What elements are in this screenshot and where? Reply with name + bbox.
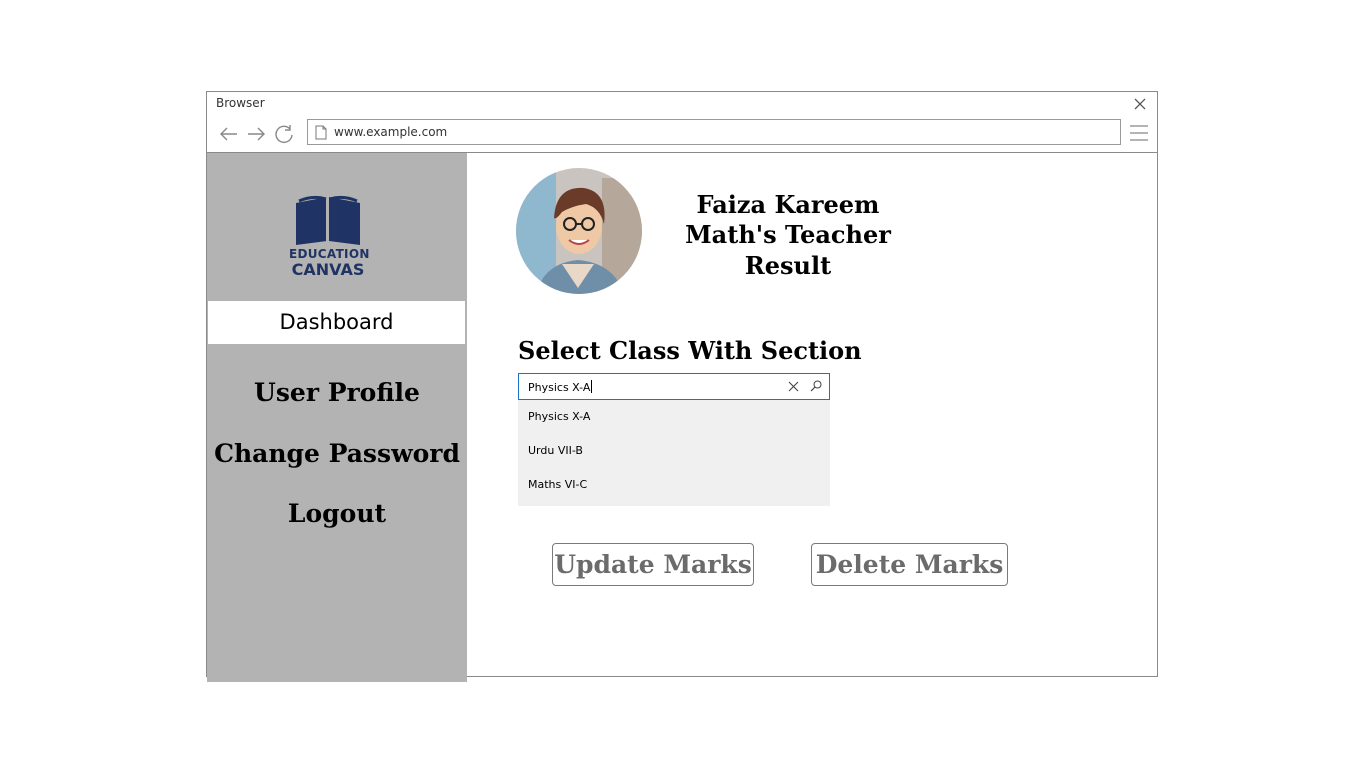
close-icon[interactable]: [1132, 96, 1148, 112]
window-title: Browser: [216, 96, 265, 110]
address-bar[interactable]: www.example.com: [307, 119, 1121, 145]
page-icon: [315, 125, 327, 140]
logo-text-line1: EDUCATION: [289, 247, 370, 261]
dropdown-option[interactable]: Maths VI-C: [518, 470, 830, 500]
class-dropdown-list: Physics X-A Urdu VII-B Maths VI-C: [518, 400, 830, 506]
url-text: www.example.com: [334, 125, 448, 139]
browser-window: Browser www.example.com EDUCATION CANVAS…: [206, 91, 1158, 682]
hamburger-menu-icon[interactable]: [1129, 123, 1149, 143]
sidebar-item-user-profile[interactable]: User Profile: [207, 378, 467, 407]
class-search-value: Physics X-A: [528, 380, 593, 394]
profile-photo: [516, 168, 642, 294]
search-icon[interactable]: [810, 380, 822, 392]
class-search-input[interactable]: Physics X-A: [518, 373, 830, 400]
teacher-role: Math's Teacher: [685, 220, 891, 249]
clear-icon[interactable]: [788, 381, 799, 392]
forward-arrow-icon[interactable]: [245, 123, 267, 145]
sidebar-item-dashboard[interactable]: Dashboard: [208, 301, 465, 344]
update-marks-button[interactable]: Update Marks: [552, 543, 754, 586]
refresh-icon[interactable]: [273, 123, 295, 145]
title-bar: Browser: [207, 92, 1157, 116]
avatar: [516, 168, 642, 294]
book-icon: [296, 195, 360, 245]
select-class-heading: Select Class With Section: [518, 336, 862, 365]
dropdown-option[interactable]: Urdu VII-B: [518, 436, 830, 466]
sidebar-item-logout[interactable]: Logout: [207, 499, 467, 528]
dropdown-option[interactable]: Physics X-A: [518, 402, 830, 432]
sidebar-item-change-password[interactable]: Change Password: [207, 439, 467, 468]
sidebar: EDUCATION CANVAS Dashboard User Profile …: [207, 153, 467, 682]
back-arrow-icon[interactable]: [218, 123, 240, 145]
logo: EDUCATION CANVAS: [289, 189, 370, 279]
teacher-name: Faiza Kareem: [696, 190, 880, 219]
page-title: Result: [744, 251, 832, 280]
navigation-bar: www.example.com: [207, 116, 1157, 152]
delete-marks-button[interactable]: Delete Marks: [811, 543, 1008, 586]
logo-text-line2: CANVAS: [291, 260, 365, 279]
